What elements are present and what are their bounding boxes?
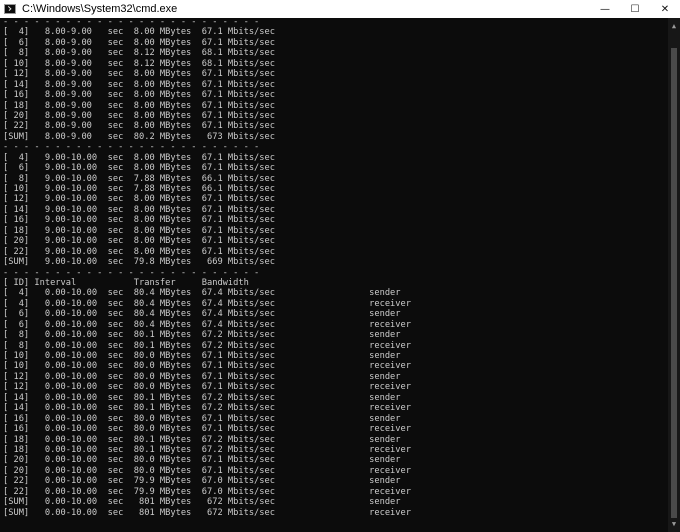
console-line: [ 14] 0.00-10.00 sec 80.1 MBytes 67.2 Mb… [3,403,411,414]
console-line: [ 6] 9.00-10.00 sec 8.00 MBytes 67.1 Mbi… [3,163,275,174]
console-line: [ 16] 9.00-10.00 sec 8.00 MBytes 67.1 Mb… [3,215,275,226]
console-line: [SUM] 8.00-9.00 sec 80.2 MBytes 673 Mbit… [3,131,275,142]
console-line: [ 10] 0.00-10.00 sec 80.0 MBytes 67.1 Mb… [3,351,401,361]
vertical-scrollbar[interactable]: ▲ ▼ [668,18,680,532]
console-line: [ 20] 9.00-10.00 sec 8.00 MBytes 67.1 Mb… [3,236,275,247]
maximize-button[interactable]: ☐ [620,0,650,18]
console-line: [ 18] 0.00-10.00 sec 80.1 MBytes 67.2 Mb… [3,434,401,445]
scrollbar-thumb[interactable] [671,48,677,518]
title-bar[interactable]: C:\Windows\System32\cmd.exe — ☐ ✕ [0,0,680,18]
console-line: [ 10] 0.00-10.00 sec 80.0 MBytes 67.1 Mb… [3,361,411,372]
console-line: [ 6] 0.00-10.00 sec 80.4 MBytes 67.4 Mbi… [3,309,401,320]
console-line: [ 18] 9.00-10.00 sec 8.00 MBytes 67.1 Mb… [3,225,275,236]
console-line: [ 22] 9.00-10.00 sec 8.00 MBytes 67.1 Mb… [3,246,275,257]
console-line: [ 14] 0.00-10.00 sec 80.1 MBytes 67.2 Mb… [3,392,401,403]
console-line: [ 20] 0.00-10.00 sec 80.0 MBytes 67.1 Mb… [3,465,411,476]
console-line: [ 4] 8.00-9.00 sec 8.00 MBytes 67.1 Mbit… [3,27,275,38]
console-line: [ 18] 0.00-10.00 sec 80.1 MBytes 67.2 Mb… [3,444,411,455]
close-icon: ✕ [660,3,670,15]
console-line: - - - - - - - - - - - - - - - - - - - - … [3,18,260,27]
minimize-icon: — [600,3,610,15]
maximize-icon: ☐ [630,3,640,15]
console-line: [ 12] 8.00-9.00 sec 8.00 MBytes 67.1 Mbi… [3,69,275,80]
console-line: [ 8] 8.00-9.00 sec 8.12 MBytes 68.1 Mbit… [3,48,275,59]
console-line: [ 18] 8.00-9.00 sec 8.00 MBytes 67.1 Mbi… [3,100,275,111]
console-line: [ 6] 0.00-10.00 sec 80.4 MBytes 67.4 Mbi… [3,319,411,330]
console-line: [ 8] 0.00-10.00 sec 80.1 MBytes 67.2 Mbi… [3,330,401,341]
console-line: [ 16] 8.00-9.00 sec 8.00 MBytes 67.1 Mbi… [3,90,275,101]
console-line: [ 8] 0.00-10.00 sec 80.1 MBytes 67.2 Mbi… [3,340,411,351]
console-lines: - - - - - - - - - - - - - - - - - - - - … [3,18,411,518]
console-line: [ 4] 0.00-10.00 sec 80.4 MBytes 67.4 Mbi… [3,288,401,299]
scroll-up-icon[interactable]: ▲ [668,21,680,31]
console-line: [SUM] 0.00-10.00 sec 801 MBytes 672 Mbit… [3,497,401,508]
console-line: [ 12] 9.00-10.00 sec 8.00 MBytes 67.1 Mb… [3,194,275,205]
console-line: [ 10] 9.00-10.00 sec 7.88 MBytes 66.1 Mb… [3,184,275,194]
window-controls: — ☐ ✕ [590,0,680,18]
console-line: [ 22] 0.00-10.00 sec 79.9 MBytes 67.0 Mb… [3,486,411,497]
console-line: - - - - - - - - - - - - - - - - - - - - … [3,267,260,278]
console-line: [ 20] 0.00-10.00 sec 80.0 MBytes 67.1 Mb… [3,455,401,466]
console-line: [ 16] 0.00-10.00 sec 80.0 MBytes 67.1 Mb… [3,413,401,424]
window-title: C:\Windows\System32\cmd.exe [22,3,178,15]
cmd-window: C:\Windows\System32\cmd.exe — ☐ ✕ - - - … [0,0,680,532]
console-line: [ 14] 8.00-9.00 sec 8.00 MBytes 67.1 Mbi… [3,79,275,90]
console-line: - - - - - - - - - - - - - - - - - - - - … [3,142,260,153]
minimize-button[interactable]: — [590,0,620,18]
console-line: [ 14] 9.00-10.00 sec 8.00 MBytes 67.1 Mb… [3,204,275,215]
console-line: [ 4] 9.00-10.00 sec 8.00 MBytes 67.1 Mbi… [3,152,275,163]
console-line: [ ID] Interval Transfer Bandwidth [3,277,249,288]
console-line: [ 12] 0.00-10.00 sec 80.0 MBytes 67.1 Mb… [3,382,411,393]
console-line: [SUM] 0.00-10.00 sec 801 MBytes 672 Mbit… [3,507,411,518]
console-output[interactable]: - - - - - - - - - - - - - - - - - - - - … [0,18,668,532]
console-line: [ 4] 0.00-10.00 sec 80.4 MBytes 67.4 Mbi… [3,298,411,309]
console-line: [SUM] 9.00-10.00 sec 79.8 MBytes 669 Mbi… [3,257,275,268]
console-line: [ 22] 8.00-9.00 sec 8.00 MBytes 67.1 Mbi… [3,121,275,132]
close-button[interactable]: ✕ [650,0,680,18]
cmd-app-icon[interactable] [4,4,16,14]
scroll-down-icon[interactable]: ▼ [668,519,680,529]
console-line: [ 10] 8.00-9.00 sec 8.12 MBytes 68.1 Mbi… [3,58,275,69]
console-line: [ 22] 0.00-10.00 sec 79.9 MBytes 67.0 Mb… [3,476,401,487]
console-line: [ 12] 0.00-10.00 sec 80.0 MBytes 67.1 Mb… [3,371,401,382]
console-line: [ 16] 0.00-10.00 sec 80.0 MBytes 67.1 Mb… [3,424,411,435]
console-line: [ 8] 9.00-10.00 sec 7.88 MBytes 66.1 Mbi… [3,173,275,184]
console-line: [ 6] 8.00-9.00 sec 8.00 MBytes 67.1 Mbit… [3,37,275,48]
console-line: [ 20] 8.00-9.00 sec 8.00 MBytes 67.1 Mbi… [3,110,275,121]
